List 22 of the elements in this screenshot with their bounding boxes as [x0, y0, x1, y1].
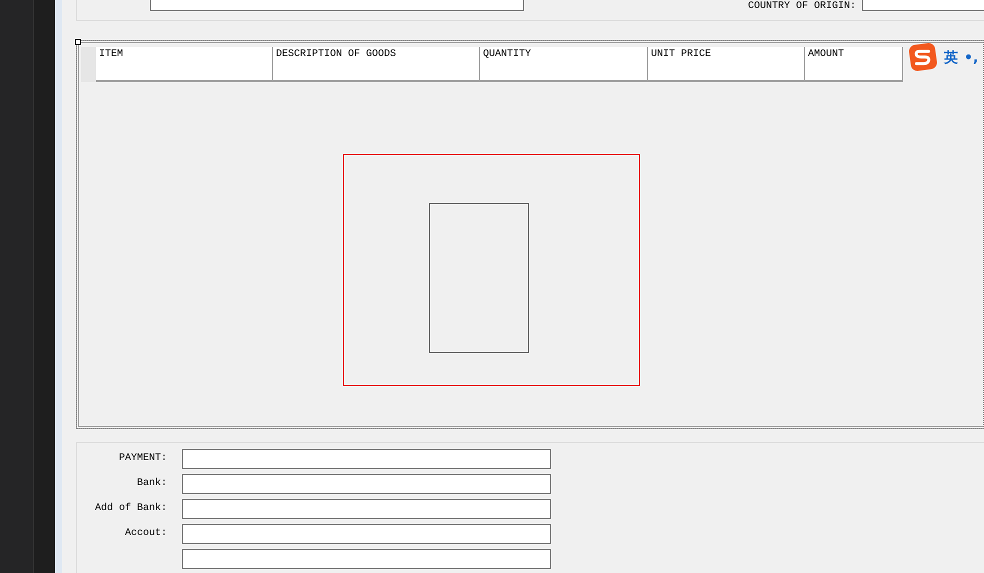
input-field[interactable]	[862, 0, 984, 11]
field-label: Bank:	[136, 478, 167, 489]
resize-handle[interactable]	[75, 39, 81, 46]
ime-punctuation-toggle[interactable]: •,	[964, 50, 978, 66]
input-field[interactable]	[182, 474, 551, 494]
input-field[interactable]	[182, 548, 551, 568]
column-header[interactable]: AMOUNT	[805, 47, 903, 82]
field-label: Add of Bank:	[94, 503, 167, 514]
input-field[interactable]	[150, 0, 524, 11]
ime-logo-icon[interactable]	[908, 42, 938, 72]
column-header[interactable]: ITEM	[96, 47, 273, 82]
input-field[interactable]	[182, 448, 551, 468]
field-label: COUNTRY OF ORIGIN:	[748, 1, 856, 13]
column-header[interactable]: UNIT PRICE	[648, 47, 805, 82]
field-label: PAYMENT:	[118, 453, 167, 464]
column-header[interactable]: QUANTITY	[480, 47, 648, 82]
column-header[interactable]: DESCRIPTION OF GOODS	[273, 47, 480, 82]
input-field[interactable]	[182, 498, 551, 518]
ime-mode-toggle[interactable]: 英	[944, 49, 958, 67]
input-field[interactable]	[182, 524, 551, 544]
field-label: Accout:	[124, 528, 167, 539]
row-header	[81, 47, 96, 82]
